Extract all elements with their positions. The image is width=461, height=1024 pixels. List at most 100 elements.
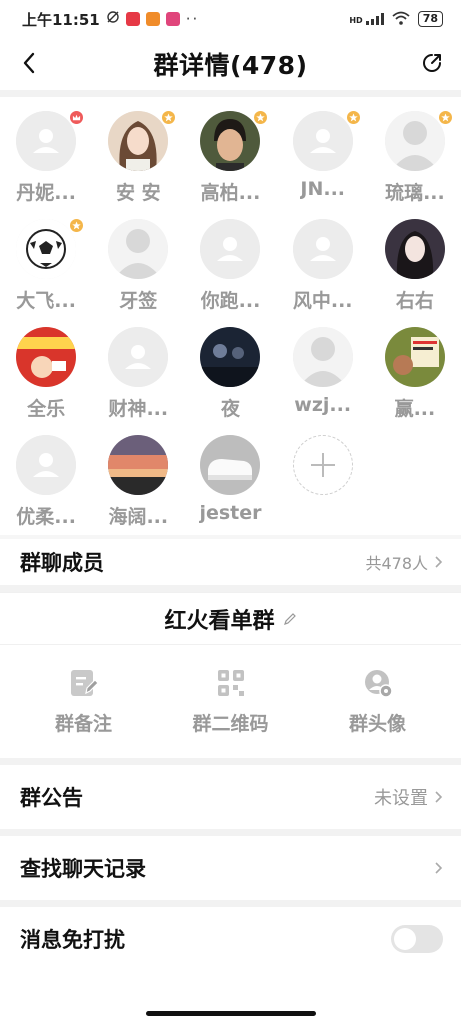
avatar-wrapper	[16, 327, 77, 387]
note-edit-icon	[70, 670, 99, 696]
member-name: 右右	[395, 290, 434, 312]
avatar	[200, 435, 261, 495]
member-name: 夜	[220, 398, 240, 420]
member-item[interactable]: 财神...	[92, 327, 184, 421]
avatar	[108, 219, 169, 279]
admin-star-icon	[252, 109, 270, 126]
member-item[interactable]: 全乐	[0, 327, 92, 421]
member-name: 优柔...	[16, 506, 76, 528]
group-avatar-button[interactable]: 群头像	[318, 667, 438, 736]
member-item[interactable]: 赢...	[369, 327, 461, 421]
member-grid: 丹妮... 安 安 高柏... JN... 琉璃... 大飞... 牙签 你跑... 风中...…	[0, 97, 461, 535]
avatar	[16, 219, 77, 279]
member-item[interactable]: jester	[184, 435, 276, 529]
group-remark-button[interactable]: 群备注	[24, 667, 144, 736]
group-members-row[interactable]: 群聊成员 共478人	[0, 539, 461, 585]
avatar-wrapper	[384, 109, 454, 171]
chevron-right-icon	[435, 791, 443, 803]
member-item[interactable]: 优柔...	[0, 435, 92, 529]
group-members-label: 群聊成员	[20, 551, 104, 575]
battery-indicator: 78	[417, 11, 443, 27]
announcement-label: 群公告	[20, 786, 83, 810]
share-button[interactable]	[417, 48, 447, 78]
owner-crown-icon	[68, 109, 86, 126]
group-remark-label: 群备注	[54, 713, 112, 735]
edit-pencil-icon	[283, 612, 296, 625]
avatar	[384, 327, 445, 387]
avatar-wrapper	[108, 435, 169, 495]
member-name: 高柏...	[200, 182, 261, 204]
member-name: jester	[199, 502, 262, 524]
member-item[interactable]: wzj...	[277, 327, 369, 421]
member-item[interactable]: 大飞...	[0, 217, 92, 313]
member-item[interactable]: 琉璃...	[369, 109, 461, 205]
signal-label: HD	[349, 16, 363, 25]
member-item[interactable]: 牙签	[92, 219, 184, 313]
chevron-right-icon	[435, 556, 443, 568]
section-divider	[0, 90, 461, 97]
member-name: 海阔...	[108, 506, 169, 528]
avatar	[292, 111, 353, 171]
avatar	[108, 111, 169, 171]
search-history-row[interactable]: 查找聊天记录	[0, 836, 461, 900]
member-item[interactable]: 高柏...	[184, 109, 276, 205]
section-divider	[0, 900, 461, 907]
avatar-wrapper	[200, 219, 261, 279]
member-name: 丹妮...	[16, 182, 76, 204]
status-bar: 上午11:51 ·· HD 78	[0, 0, 461, 38]
plus-icon	[310, 453, 335, 477]
more-notifications-icon: ··	[185, 10, 200, 28]
announcement-row[interactable]: 群公告 未设置	[0, 765, 461, 829]
section-divider	[0, 829, 461, 836]
avatar	[108, 327, 169, 387]
member-item[interactable]: 夜	[184, 327, 276, 421]
avatar-wrapper	[292, 327, 353, 387]
avatar	[200, 327, 261, 387]
app-notification-icon	[165, 12, 180, 26]
avatar	[200, 219, 261, 279]
member-name: 你跑...	[200, 290, 261, 312]
group-qrcode-button[interactable]: 群二维码	[171, 667, 291, 736]
group-avatar-label: 群头像	[348, 713, 406, 735]
avatar-wrapper	[16, 435, 77, 495]
admin-star-icon	[68, 217, 86, 234]
member-name: wzj...	[294, 394, 352, 416]
page-title: 群详情(478)	[153, 51, 308, 80]
member-item[interactable]: 风中...	[277, 219, 369, 313]
member-item[interactable]: 右右	[369, 219, 461, 313]
avatar-wrapper	[384, 219, 445, 279]
member-item[interactable]: 你跑...	[184, 219, 276, 313]
avatar-wrapper	[16, 217, 86, 279]
member-name: 大飞...	[16, 290, 76, 312]
mute-row: 消息免打扰	[0, 907, 461, 971]
member-item[interactable]: 海阔...	[92, 435, 184, 529]
app-notification-icon	[125, 12, 140, 26]
admin-star-icon	[344, 109, 362, 126]
group-name-row[interactable]: 红火看单群	[0, 592, 461, 644]
home-indicator[interactable]	[145, 1011, 316, 1016]
member-item[interactable]: JN...	[277, 109, 369, 205]
share-icon	[423, 54, 441, 72]
avatar	[384, 219, 445, 279]
chevron-left-icon	[23, 52, 35, 74]
admin-star-icon	[436, 109, 454, 126]
member-item[interactable]: 丹妮...	[0, 109, 92, 205]
qrcode-icon	[217, 670, 244, 696]
add-member-circle[interactable]	[292, 435, 353, 495]
mute-toggle[interactable]	[391, 925, 443, 953]
member-name: 财神...	[108, 398, 169, 420]
add-member-button[interactable]	[277, 435, 369, 529]
avatar	[292, 327, 353, 387]
member-item[interactable]: 安 安	[92, 109, 184, 205]
announcement-value: 未设置	[374, 788, 428, 809]
avatar	[16, 327, 77, 387]
back-button[interactable]	[14, 48, 44, 78]
member-name: 牙签	[119, 290, 158, 312]
member-name: 全乐	[27, 398, 66, 420]
alarm-off-icon	[106, 10, 120, 28]
avatar-wrapper	[108, 327, 169, 387]
section-divider	[0, 585, 461, 592]
group-qrcode-label: 群二维码	[192, 713, 269, 735]
avatar-wrapper	[200, 435, 261, 495]
signal-icon: HD	[349, 13, 384, 25]
